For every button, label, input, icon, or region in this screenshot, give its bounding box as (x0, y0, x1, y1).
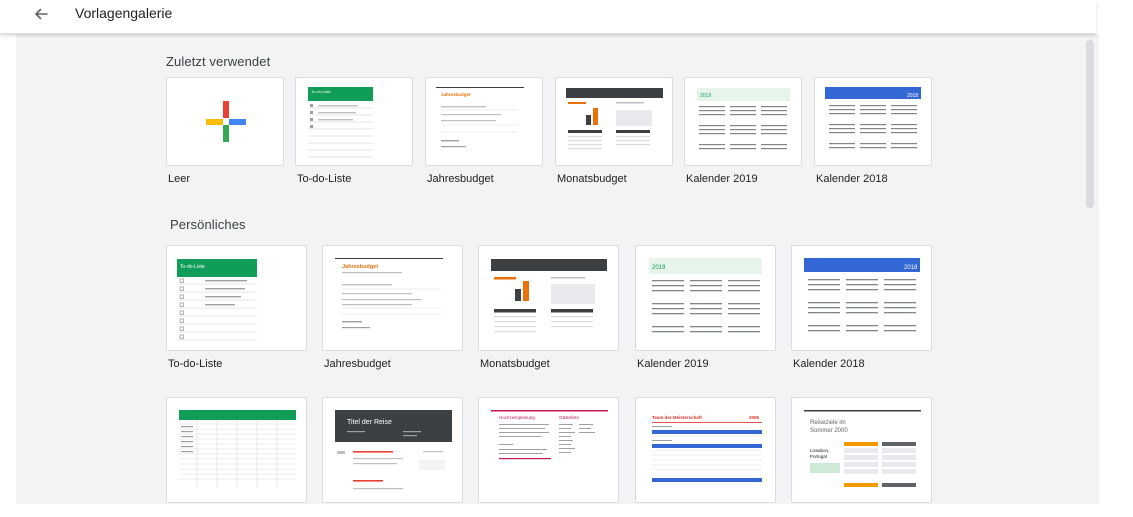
template-label: Jahresbudget (427, 173, 494, 185)
template-label: To-do-Liste (297, 173, 352, 185)
template-thumbnail: To-do-Liste (295, 77, 413, 166)
template-label: Kalender 2018 (793, 358, 865, 370)
template-thumbnail: Jahresbudget (322, 245, 463, 351)
template-thumbnail: 2019 (635, 245, 776, 351)
template-thumbnail (555, 77, 673, 166)
svg-text:Sommer 2000: Sommer 2000 (810, 428, 848, 434)
template-label: Kalender 2018 (816, 173, 888, 185)
svg-text:Hochzeitsplanung: Hochzeitsplanung (499, 415, 535, 420)
template-label: Kalender 2019 (637, 358, 709, 370)
template-label: Kalender 2019 (686, 173, 758, 185)
svg-text:Reiseziele im: Reiseziele im (810, 420, 846, 426)
svg-text:Team der Meisterschaft: Team der Meisterschaft (652, 415, 702, 420)
svg-text:Titel der Reise: Titel der Reise (347, 419, 392, 426)
template-label: To-do-Liste (168, 358, 223, 370)
svg-text:2019: 2019 (700, 93, 711, 99)
template-thumbnail: 2018 (791, 245, 932, 351)
scrollbar[interactable] (1086, 40, 1094, 208)
page-title: Vorlagengalerie (75, 5, 173, 21)
template-thumbnail: 2018 (814, 77, 932, 166)
svg-text:To-do-Liste: To-do-Liste (180, 264, 205, 270)
svg-text:2018: 2018 (907, 93, 918, 99)
template-thumbnail (166, 397, 307, 503)
svg-text:To-do-Liste: To-do-Liste (311, 89, 332, 94)
template-label: Monatsbudget (557, 173, 627, 185)
top-bar: Vorlagengalerie (0, 0, 1096, 34)
plus-icon (206, 101, 246, 142)
section-title-recent: Zuletzt verwendet (166, 54, 271, 69)
template-label: Leer (168, 173, 191, 185)
template-thumbnail: Jahresbudget (425, 77, 543, 166)
svg-text:2006: 2006 (749, 415, 760, 420)
template-gallery-app: Vorlagengalerie Zuletzt verwendet Leer T… (0, 0, 1133, 517)
template-label: Jahresbudget (324, 358, 391, 370)
template-label: Monatsbudget (480, 358, 550, 370)
template-thumbnail: Hochzeitsplanung Gästeliste (478, 397, 619, 503)
arrow-left-icon[interactable] (30, 3, 52, 25)
svg-text:Jahresbudget: Jahresbudget (441, 92, 471, 97)
svg-text:Gästeliste: Gästeliste (559, 415, 580, 420)
svg-text:2018: 2018 (904, 265, 918, 271)
template-thumbnail: Titel der Reise (322, 397, 463, 503)
svg-text:Lissabon,: Lissabon, (810, 448, 829, 453)
template-thumbnail: Team der Meisterschaft 2006 (635, 397, 776, 503)
svg-text:Jahresbudget: Jahresbudget (342, 264, 378, 270)
svg-text:2019: 2019 (652, 265, 666, 271)
template-thumbnail: Reiseziele im Sommer 2000 Lissabon, Port… (791, 397, 932, 503)
template-thumbnail (478, 245, 619, 351)
template-thumbnail (166, 77, 284, 166)
section-title-personal: Persönliches (170, 217, 246, 232)
template-thumbnail: 2019 (684, 77, 802, 166)
svg-text:Portugal: Portugal (810, 454, 827, 459)
template-thumbnail: To-do-Liste (166, 245, 307, 351)
